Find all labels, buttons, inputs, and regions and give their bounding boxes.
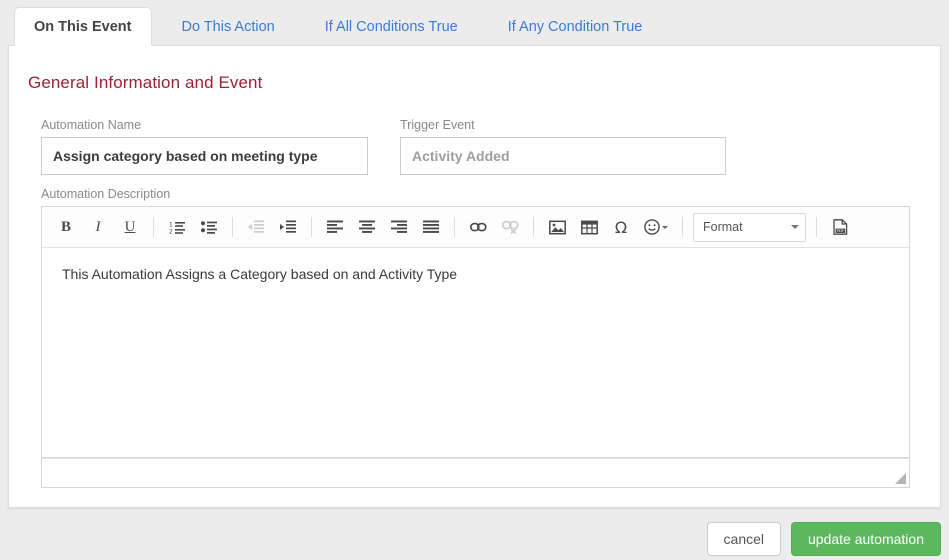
trigger-event-label: Trigger Event xyxy=(400,118,475,132)
unlink-icon xyxy=(497,214,523,240)
automation-description-editor-body[interactable]: This Automation Assigns a Category based… xyxy=(42,248,909,457)
toolbar-separator xyxy=(454,217,455,237)
tab-bar: On This Event Do This Action If All Cond… xyxy=(0,0,949,46)
bulleted-list-icon[interactable] xyxy=(196,214,222,240)
editor-toolbar: B I U 1 2 Ω Format PDF xyxy=(42,207,909,248)
tab-on-this-event[interactable]: On This Event xyxy=(14,7,152,46)
cancel-button[interactable]: cancel xyxy=(706,522,781,556)
export-pdf-icon[interactable]: PDF xyxy=(827,214,853,240)
align-right-icon[interactable] xyxy=(386,214,412,240)
underline-icon[interactable]: U xyxy=(117,214,143,240)
align-center-icon[interactable] xyxy=(354,214,380,240)
toolbar-separator xyxy=(682,217,683,237)
trigger-event-field-group: Trigger Event xyxy=(400,118,726,175)
toolbar-separator xyxy=(816,217,817,237)
decrease-indent-icon xyxy=(243,214,269,240)
svg-text:1: 1 xyxy=(169,221,173,228)
toolbar-separator xyxy=(533,217,534,237)
update-automation-button[interactable]: update automation xyxy=(791,522,941,556)
tab-if-any-condition-true[interactable]: If Any Condition True xyxy=(488,7,663,46)
resize-handle[interactable] xyxy=(895,473,906,484)
align-left-icon[interactable] xyxy=(322,214,348,240)
automation-name-input[interactable] xyxy=(41,137,368,175)
increase-indent-icon[interactable] xyxy=(275,214,301,240)
bold-icon[interactable]: B xyxy=(53,214,79,240)
automation-name-field-group: Automation Name xyxy=(41,118,368,175)
tab-if-all-conditions-true[interactable]: If All Conditions True xyxy=(305,7,478,46)
tab-do-this-action[interactable]: Do This Action xyxy=(162,7,295,46)
italic-icon[interactable]: I xyxy=(85,214,111,240)
svg-text:PDF: PDF xyxy=(836,229,843,233)
toolbar-separator xyxy=(153,217,154,237)
automation-description-label: Automation Description xyxy=(41,187,171,201)
svg-text:2: 2 xyxy=(169,228,173,235)
link-icon[interactable] xyxy=(465,214,491,240)
automation-description-group: Automation Description B I U 1 2 Ω Forma… xyxy=(41,187,910,488)
table-icon[interactable] xyxy=(576,214,602,240)
rich-text-editor: B I U 1 2 Ω Format PDF This Automation A… xyxy=(41,206,910,458)
dialog-footer: cancel update automation xyxy=(706,522,941,556)
special-character-icon[interactable]: Ω xyxy=(608,214,634,240)
format-select-label: Format xyxy=(703,220,743,234)
numbered-list-icon[interactable]: 1 2 xyxy=(164,214,190,240)
general-information-panel: General Information and Event Automation… xyxy=(8,45,941,508)
justify-icon[interactable] xyxy=(418,214,444,240)
image-icon[interactable] xyxy=(544,214,570,240)
format-select[interactable]: Format xyxy=(693,212,806,242)
tab-list: On This Event Do This Action If All Cond… xyxy=(14,7,672,46)
toolbar-separator xyxy=(311,217,312,237)
chevron-down-icon xyxy=(662,225,668,229)
editor-footer-bar xyxy=(41,458,910,488)
chevron-down-icon xyxy=(791,225,799,229)
page-title: General Information and Event xyxy=(28,73,263,92)
trigger-event-input[interactable] xyxy=(400,137,726,175)
emoji-icon[interactable] xyxy=(640,214,672,240)
toolbar-separator xyxy=(232,217,233,237)
automation-name-label: Automation Name xyxy=(41,118,142,132)
